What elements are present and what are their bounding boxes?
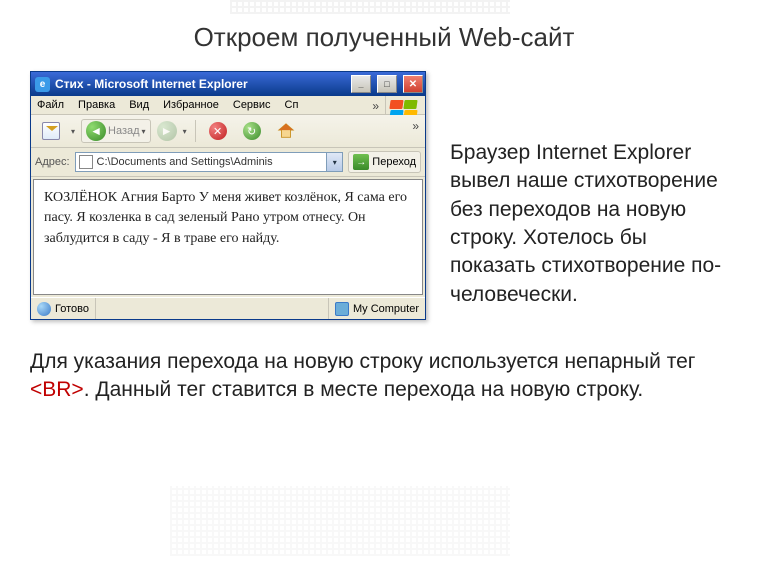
menu-overflow-icon[interactable]: » xyxy=(372,99,379,113)
forward-dropdown-icon[interactable]: ▾ xyxy=(183,127,187,136)
address-label: Адрес: xyxy=(35,156,70,168)
minimize-button[interactable]: _ xyxy=(351,75,371,93)
go-button[interactable]: → Переход xyxy=(348,151,421,173)
menu-view[interactable]: Вид xyxy=(129,99,149,111)
address-input[interactable]: C:\Documents and Settings\Adminis ▾ xyxy=(75,152,344,172)
address-dropdown-icon[interactable]: ▾ xyxy=(326,153,342,171)
stop-button[interactable]: ✕ xyxy=(204,119,232,143)
status-ready-pane: Готово xyxy=(31,298,96,319)
back-button[interactable]: ◄ Назад ▾ xyxy=(81,119,151,143)
status-zone: My Computer xyxy=(353,303,419,315)
toolbar-separator xyxy=(195,120,196,142)
mail-button[interactable] xyxy=(37,119,65,143)
ie-browser-window: e Стих - Microsoft Internet Explorer _ □… xyxy=(30,71,426,320)
globe-icon xyxy=(37,302,51,316)
status-bar: Готово My Computer xyxy=(31,297,425,319)
go-label: Переход xyxy=(372,156,416,168)
mail-dropdown-icon[interactable]: ▾ xyxy=(71,127,75,136)
menu-favorites[interactable]: Избранное xyxy=(163,99,219,111)
maximize-button[interactable]: □ xyxy=(377,75,397,93)
home-button[interactable] xyxy=(272,119,300,143)
status-ready: Готово xyxy=(55,303,89,315)
home-icon xyxy=(277,122,295,140)
toolbar: ▾ ◄ Назад ▾ ► ▾ ✕ ↻ xyxy=(31,115,425,148)
back-arrow-icon: ◄ xyxy=(86,121,106,141)
page-icon xyxy=(79,155,93,169)
ie-logo-icon: e xyxy=(35,77,50,92)
back-label: Назад xyxy=(108,125,140,137)
toolbar-overflow-icon[interactable]: » xyxy=(412,119,419,133)
page-title: Откроем полученный Web-сайт xyxy=(30,22,738,53)
bottom-text-part2: . Данный тег ставится в месте перехода н… xyxy=(84,378,644,401)
menu-service[interactable]: Сервис xyxy=(233,99,271,111)
status-mid-pane xyxy=(96,298,329,319)
computer-icon xyxy=(335,302,349,316)
status-zone-pane: My Computer xyxy=(329,298,425,319)
menu-help-truncated[interactable]: Сп xyxy=(285,99,299,111)
close-button[interactable]: ✕ xyxy=(403,75,423,93)
side-paragraph: Браузер Internet Explorer вывел наше сти… xyxy=(450,71,738,309)
window-title: Стих - Microsoft Internet Explorer xyxy=(55,77,248,91)
menu-bar: Файл Правка Вид Избранное Сервис Сп » xyxy=(31,96,425,115)
menu-edit[interactable]: Правка xyxy=(78,99,115,111)
page-content: КОЗЛЁНОК Агния Барто У меня живет козлён… xyxy=(33,179,423,295)
decorative-dots-top xyxy=(230,0,510,14)
forward-button[interactable]: ► xyxy=(157,121,177,141)
address-bar: Адрес: C:\Documents and Settings\Adminis… xyxy=(31,148,425,177)
window-titlebar[interactable]: e Стих - Microsoft Internet Explorer _ □… xyxy=(31,72,425,96)
bottom-text-part1: Для указания перехода на новую строку ис… xyxy=(30,350,695,373)
refresh-button[interactable]: ↻ xyxy=(238,119,266,143)
br-tag-highlight: <BR> xyxy=(30,378,84,401)
address-value: C:\Documents and Settings\Adminis xyxy=(97,156,273,168)
go-arrow-icon: → xyxy=(353,154,369,170)
decorative-dots-bottom xyxy=(170,486,510,556)
bottom-paragraph: Для указания перехода на новую строку ис… xyxy=(30,348,738,405)
menu-file[interactable]: Файл xyxy=(37,99,64,111)
back-dropdown-icon[interactable]: ▾ xyxy=(142,127,146,136)
